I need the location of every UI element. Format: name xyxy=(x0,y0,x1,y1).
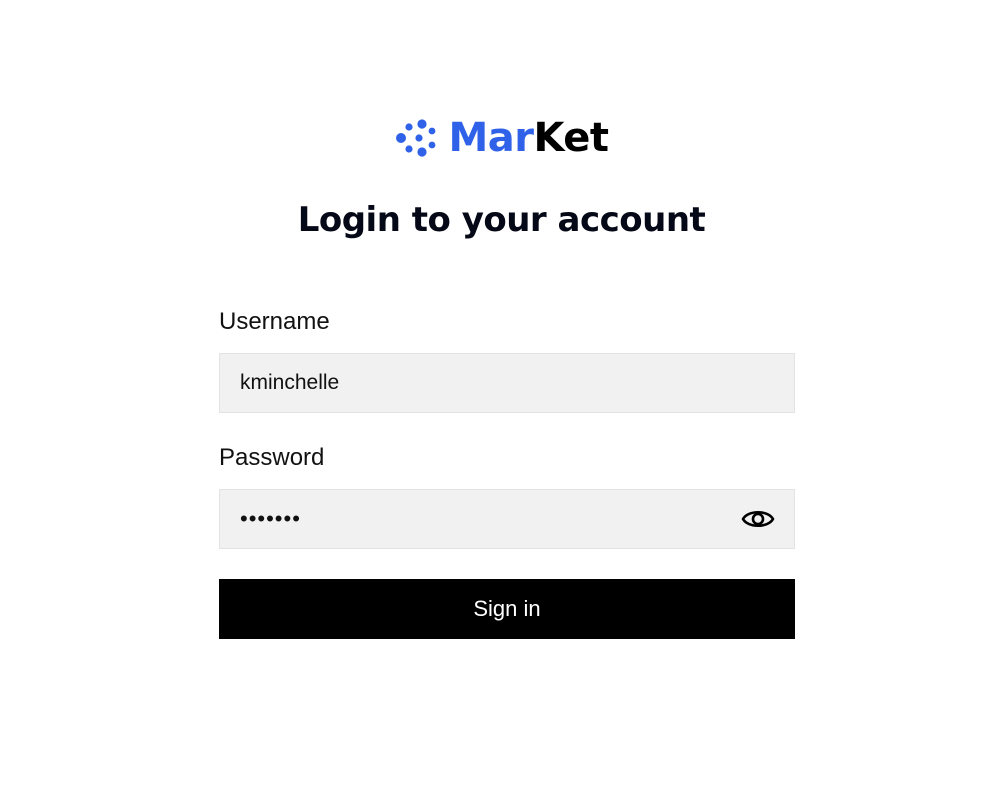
brand-name-accent: Mar xyxy=(448,115,534,161)
brand-name-rest: Ket xyxy=(533,115,609,161)
password-field-container xyxy=(219,489,795,549)
show-password-button[interactable] xyxy=(740,503,776,535)
login-form: Username Password Sign in xyxy=(219,306,795,639)
page-title: Login to your account xyxy=(297,200,706,240)
username-field-container xyxy=(219,353,795,413)
username-label: Username xyxy=(219,308,330,335)
dots-cluster-logo-icon xyxy=(396,119,436,157)
password-label: Password xyxy=(219,444,325,471)
sign-in-button[interactable]: Sign in xyxy=(219,579,795,639)
eye-icon xyxy=(741,510,775,528)
password-input[interactable] xyxy=(220,490,794,548)
brand-name: MarKet xyxy=(448,114,609,162)
username-input[interactable] xyxy=(220,354,794,412)
brand-logo: MarKet xyxy=(0,114,1003,162)
